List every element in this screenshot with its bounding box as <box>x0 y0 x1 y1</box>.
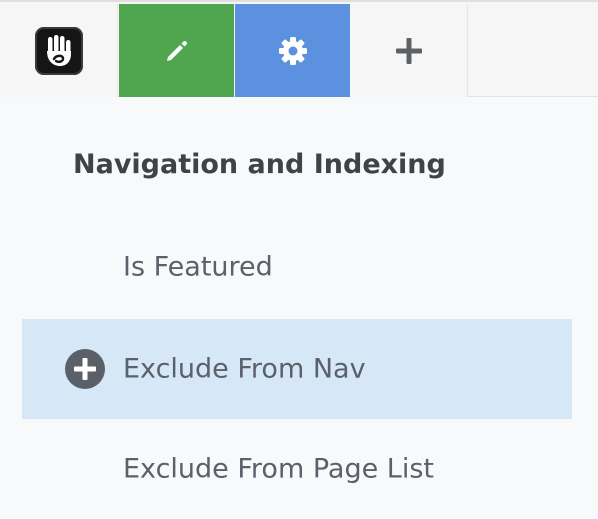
attribute-item-label: Is Featured <box>123 251 273 283</box>
pencil-icon <box>166 40 187 61</box>
concrete-hand-logo-icon <box>34 27 83 75</box>
top-toolbar <box>0 0 598 98</box>
edit-button[interactable] <box>119 4 234 98</box>
plus-icon <box>396 38 422 64</box>
settings-button[interactable] <box>235 4 350 98</box>
section-title: Navigation and Indexing <box>73 149 446 180</box>
attribute-item-is-featured[interactable]: Is Featured <box>22 217 572 317</box>
plus-circle-icon[interactable] <box>65 349 105 389</box>
add-button[interactable] <box>351 4 468 98</box>
attribute-item-label: Exclude From Nav <box>123 353 366 385</box>
attributes-panel: Navigation and Indexing Is Featured Excl… <box>0 97 598 516</box>
concrete-logo-button[interactable] <box>0 4 118 98</box>
attribute-item-exclude-from-page-list[interactable]: Exclude From Page List <box>22 419 572 519</box>
attribute-item-label: Exclude From Page List <box>123 453 434 485</box>
attribute-item-exclude-from-nav[interactable]: Exclude From Nav <box>22 319 572 419</box>
gear-icon <box>278 37 307 65</box>
